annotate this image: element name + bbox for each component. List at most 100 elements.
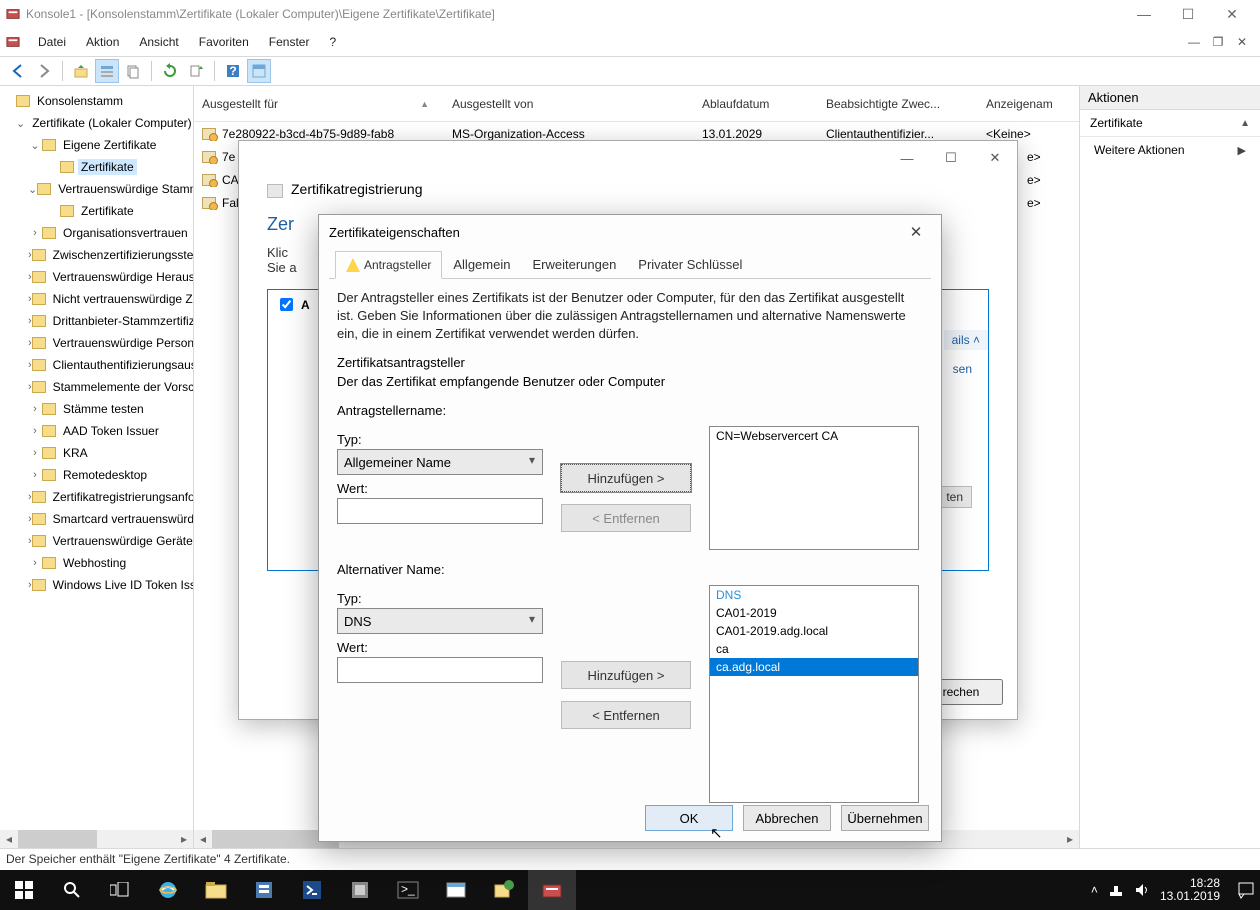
tree-hscroll[interactable]: ◂▸ [0,830,193,848]
clock[interactable]: 18:2813.01.2019 [1160,877,1226,903]
forward-button[interactable] [32,59,56,83]
menu-hilfe[interactable]: ? [319,31,346,53]
tree-item[interactable]: ›Windows Live ID Token Issuer [2,574,191,596]
tree-eigene[interactable]: ⌄Eigene Zertifikate [2,134,191,156]
alt-name-label: Alternativer Name: [319,560,941,579]
mdi-restore-button[interactable]: ❐ [1206,35,1230,49]
tree-item[interactable]: ›Vertrauenswürdige Geräte [2,530,191,552]
list-item-selected[interactable]: ca.adg.local [710,658,918,676]
col-ausgestellt-von[interactable]: Ausgestellt von [444,86,694,121]
help-button[interactable]: ? [221,59,245,83]
mdi-close-button[interactable]: ✕ [1230,35,1254,49]
close-button[interactable]: ✕ [1210,6,1254,23]
menu-fenster[interactable]: Fenster [259,31,320,53]
d1-maximize[interactable]: ☐ [929,150,973,166]
app-icon-3[interactable] [480,870,528,910]
tab-erweiterungen[interactable]: Erweiterungen [521,251,627,278]
d1-details-link[interactable]: ails ˄ [944,330,988,350]
actions-section[interactable]: Zertifikate▲ [1080,110,1260,137]
refresh-button[interactable] [158,59,182,83]
start-button[interactable] [0,870,48,910]
tree-item[interactable]: ›Zertifikatregistrierungsanforderungen [2,486,191,508]
tree-item[interactable]: ›Drittanbieter-Stammzertifizierungsstell… [2,310,191,332]
d1-checkbox[interactable] [280,298,293,311]
powershell-icon[interactable] [288,870,336,910]
cancel-button[interactable]: Abbrechen [743,805,831,831]
tree-item[interactable]: ›AAD Token Issuer [2,420,191,442]
ok-button[interactable]: OK [645,805,733,831]
menu-datei[interactable]: Datei [28,31,76,53]
typ1-select[interactable]: Allgemeiner Name [337,449,543,475]
volume-icon[interactable] [1134,882,1150,898]
tree-item[interactable]: ›Remotedesktop [2,464,191,486]
remove2-button[interactable]: < Entfernen [561,701,691,729]
mdi-minimize-button[interactable]: — [1182,35,1206,49]
view-detail-button[interactable] [95,59,119,83]
taskview-button[interactable] [96,870,144,910]
d1-close[interactable]: ✕ [973,150,1017,166]
col-ausgestellt-fuer[interactable]: Ausgestellt für▲ [194,86,444,121]
up-button[interactable] [69,59,93,83]
tree-root[interactable]: ▸Konsolenstamm [2,90,191,112]
d1-extra2[interactable]: ten [937,486,972,508]
add2-button[interactable]: Hinzufügen > [561,661,691,689]
tree-zertifikate-sel[interactable]: ▸Zertifikate [2,156,191,178]
tree-item[interactable]: ›Smartcard vertrauenswürdige Stämme [2,508,191,530]
typ2-select[interactable]: DNS [337,608,543,634]
list-item[interactable]: ca [710,640,918,658]
col-zweck[interactable]: Beabsichtigte Zwec... [818,86,978,121]
tree-item[interactable]: ›Stammelemente der Vorschauversion [2,376,191,398]
list-item[interactable]: CA01-2019 [710,604,918,622]
tree-item[interactable]: ▸Zertifikate [2,200,191,222]
tree-item[interactable]: ›Nicht vertrauenswürdige Zertifikate [2,288,191,310]
menu-favoriten[interactable]: Favoriten [189,31,259,53]
altname-listbox[interactable]: DNS CA01-2019 CA01-2019.adg.local ca ca.… [709,585,919,803]
tab-privater-schluessel[interactable]: Privater Schlüssel [627,251,753,278]
tab-antragsteller[interactable]: Antragsteller [335,251,442,279]
add1-button[interactable]: Hinzufügen > [561,464,691,492]
tab-allgemein[interactable]: Allgemein [442,251,521,278]
servermanager-icon[interactable] [240,870,288,910]
apply-button[interactable]: Übernehmen [841,805,929,831]
ie-icon[interactable] [144,870,192,910]
d2-close-button[interactable]: ✕ [901,223,931,241]
actions-more[interactable]: Weitere Aktionen▶ [1080,137,1260,163]
export-button[interactable] [184,59,208,83]
minimize-button[interactable]: — [1122,6,1166,22]
mmc-task-icon[interactable] [528,870,576,910]
tray-up-icon[interactable]: ˄ [1091,883,1098,897]
tree-item[interactable]: ›KRA [2,442,191,464]
cmd-icon[interactable]: >_ [384,870,432,910]
view-mode-button[interactable] [247,59,271,83]
tree-item[interactable]: ›Vertrauenswürdige Herausgeber [2,266,191,288]
notifications-icon[interactable] [1236,880,1256,900]
col-anzeigenam[interactable]: Anzeigenam [978,86,1079,121]
wert1-input[interactable] [337,498,543,524]
back-button[interactable] [6,59,30,83]
tree-item[interactable]: ›Vertrauenswürdige Personen [2,332,191,354]
d1-minimize[interactable]: — [885,151,929,166]
remove1-button[interactable]: < Entfernen [561,504,691,532]
tree-certs-root[interactable]: ⌄Zertifikate (Lokaler Computer) [2,112,191,134]
tree-item[interactable]: ⌄Vertrauenswürdige Stammzertifizierungss… [2,178,191,200]
search-button[interactable] [48,870,96,910]
menu-aktion[interactable]: Aktion [76,31,129,53]
tree-item[interactable]: ›Zwischenzertifizierungsstellen [2,244,191,266]
wert2-input[interactable] [337,657,543,683]
app-icon-2[interactable] [432,870,480,910]
explorer-icon[interactable] [192,870,240,910]
actions-header: Aktionen [1080,86,1260,110]
subject-listbox[interactable]: CN=Webservercert CA [709,426,919,550]
tree-item[interactable]: ›Organisationsvertrauen [2,222,191,244]
tree-item[interactable]: ›Stämme testen [2,398,191,420]
maximize-button[interactable]: ☐ [1166,6,1210,23]
copy-button[interactable] [121,59,145,83]
list-item[interactable]: CA01-2019.adg.local [710,622,918,640]
network-icon[interactable] [1108,882,1124,898]
list-item[interactable]: CN=Webservercert CA [710,427,918,445]
tree-item[interactable]: ›Webhosting [2,552,191,574]
tree-item[interactable]: ›Clientauthentifizierungsaussteller [2,354,191,376]
app-icon-1[interactable] [336,870,384,910]
col-ablaufdatum[interactable]: Ablaufdatum [694,86,818,121]
menu-ansicht[interactable]: Ansicht [129,31,188,53]
